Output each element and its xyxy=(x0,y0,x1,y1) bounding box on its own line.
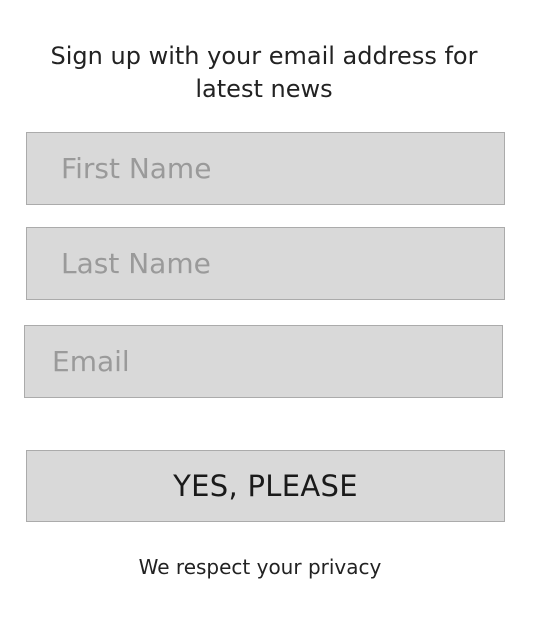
form-heading: Sign up with your email address for late… xyxy=(50,42,478,103)
first-name-input[interactable] xyxy=(26,132,505,205)
subscribe-button[interactable]: YES, PLEASE xyxy=(26,450,505,522)
email-input[interactable] xyxy=(24,325,503,398)
privacy-note: We respect your privacy xyxy=(138,555,382,579)
last-name-input[interactable] xyxy=(26,227,505,300)
